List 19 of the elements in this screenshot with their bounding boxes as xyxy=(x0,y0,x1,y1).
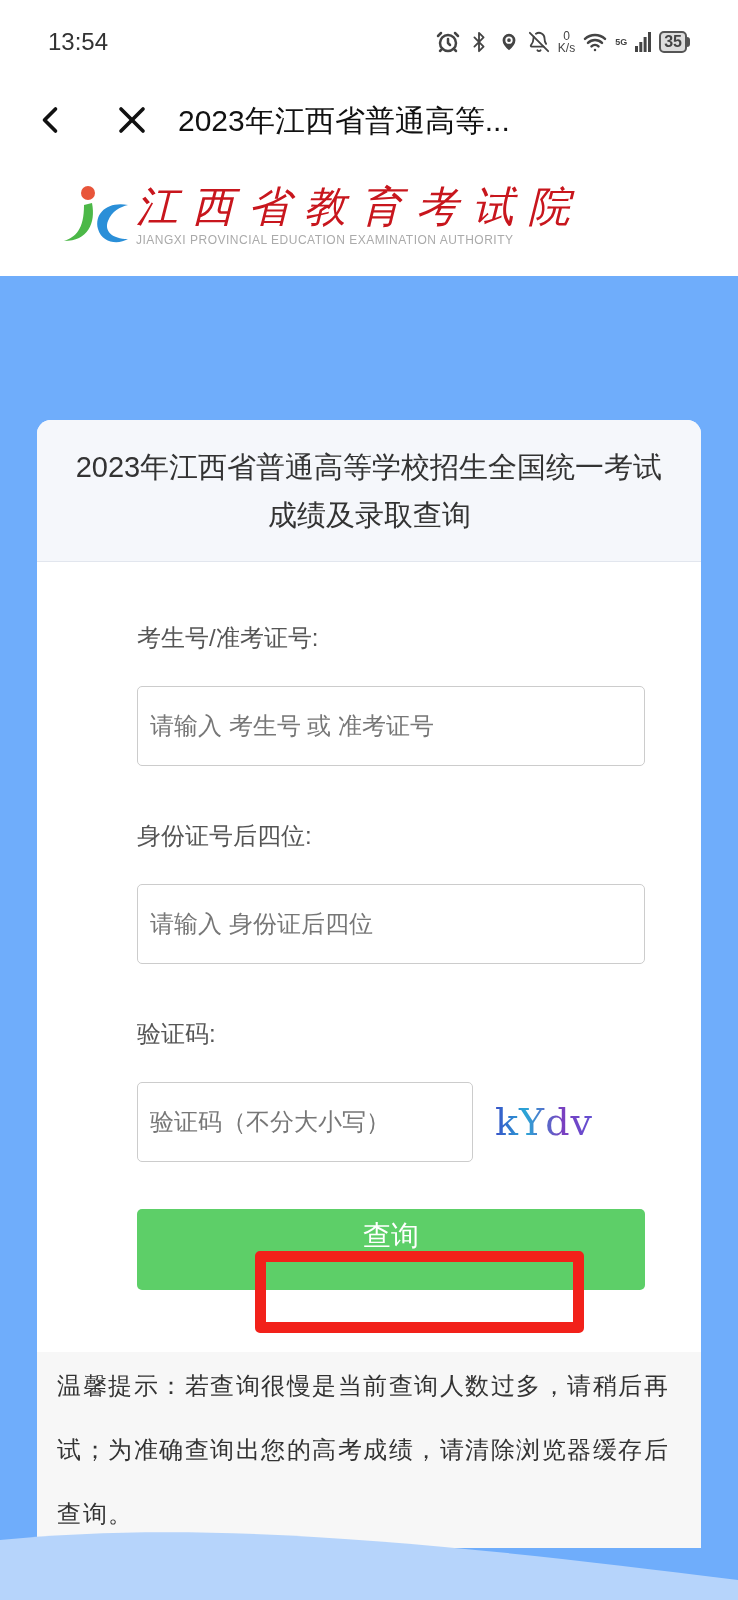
network-type: 5G xyxy=(615,36,628,49)
field-label: 身份证号后四位: xyxy=(137,821,313,851)
status-time: 13:54 xyxy=(48,27,109,57)
field-label: 验证码: xyxy=(137,1019,217,1049)
net-speed-value: 0 xyxy=(563,30,570,42)
input-field[interactable]: 请输入 考生号 或 准考证号 xyxy=(137,686,645,766)
signal-icon xyxy=(635,32,652,52)
bell-off-icon xyxy=(527,31,550,53)
tip-text: 温馨提示：若查询很慢是当前查询人数过多，请稍后再试；为准确查询出您的高考成绩，请清除浏览器缓存后查询。 xyxy=(57,1371,670,1529)
logo-subtitle: JIANGXI PROVINCIAL EDUCATION EXAMINATION AUTHORITY xyxy=(136,232,515,249)
alarm-icon xyxy=(435,30,460,54)
logo-name: 江西省教育考试院 xyxy=(136,183,584,231)
battery-indicator: 35 xyxy=(659,31,687,53)
net-speed-unit: K/s xyxy=(557,42,576,54)
field-label: 考生号/准考证号: xyxy=(137,623,320,653)
captcha-field[interactable]: 验证码（不分大小写） xyxy=(137,1082,474,1162)
input-field[interactable]: 请输入 身份证后四位 xyxy=(137,884,645,964)
form-title: 2023年江西省普通高等学校招生全国统一考试成绩及录取查询 xyxy=(74,449,664,533)
page-title: 2023年江西省普通高等... xyxy=(178,102,510,139)
